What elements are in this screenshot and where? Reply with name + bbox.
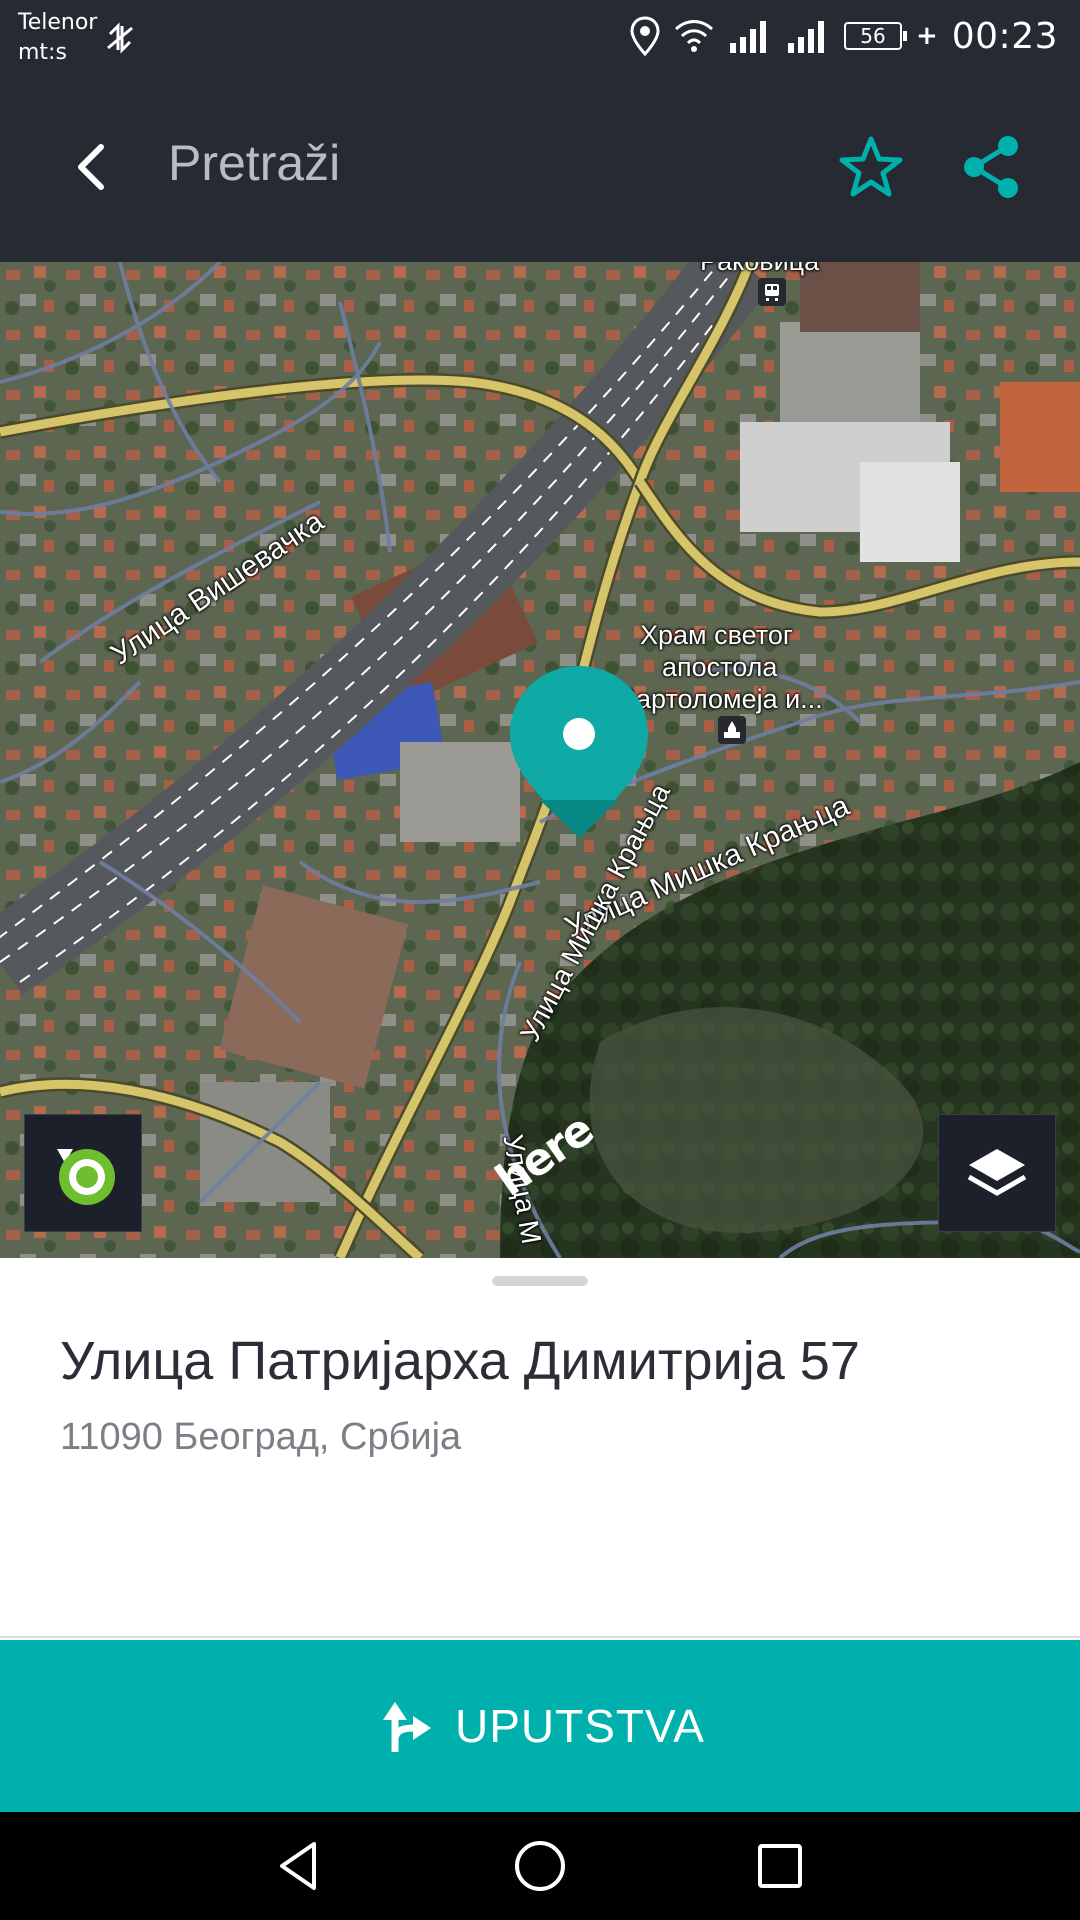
directions-icon [383,1702,432,1752]
map-label-church-line2: апостола [662,652,778,682]
search-title[interactable]: Pretraži [168,134,340,192]
clock: 00:23 [951,15,1058,57]
carrier-info: Telenor mt:s [18,8,97,68]
signal-icon-2 [787,21,824,53]
map-view[interactable]: Раковица Улица Вишевачка Храм светог апо… [0,262,1080,1258]
location-icon [630,16,660,56]
star-icon [839,136,903,197]
directions-button[interactable]: UPUTSTVA [0,1640,1080,1812]
directions-label: UPUTSTVA [455,1700,705,1752]
map-label-church-line1: Храм светог [640,620,793,650]
chevron-left-icon [78,144,104,190]
status-bar: Telenor mt:s 56 + 00:23 [0,0,1080,72]
church-icon [718,716,746,744]
battery-indicator: 56 [843,22,907,50]
charging-indicator: + [915,21,938,51]
screen: Telenor mt:s 56 + 00:23 Pretraži Улица В… [0,0,1080,1920]
place-city: 11090 Београд, Србија [60,1416,462,1458]
back-triangle-icon[interactable] [270,1836,330,1896]
home-circle-icon[interactable] [510,1836,570,1896]
carrier-name: Telenor [18,10,98,35]
app-bar: Pretraži [0,72,1080,262]
favorite-button[interactable] [838,134,904,200]
place-info-sheet[interactable]: Улица Патријарха Димитрија 57 11090 Беог… [0,1258,1080,1638]
location-pin-icon[interactable] [506,662,652,842]
back-button[interactable] [60,132,120,202]
layers-icon [967,1149,1027,1196]
status-icons: 56 + 00:23 [630,14,1058,58]
place-address: Улица Патријарха Димитрија 57 [60,1331,860,1391]
system-nav-bar [0,1812,1080,1920]
signal-icon-1 [729,21,766,53]
recents-square-icon[interactable] [750,1836,810,1896]
wifi-icon [674,20,713,52]
locate-me-button[interactable] [24,1114,142,1232]
carrier-secondary: mt:s [18,40,67,65]
divider [0,1636,1080,1638]
share-button[interactable] [960,134,1022,200]
map-label-rakovica: Раковица [700,262,819,277]
map-layers-button[interactable] [938,1114,1056,1232]
sheet-drag-handle[interactable] [492,1276,588,1286]
share-icon [964,136,1018,198]
train-station-icon [758,278,786,306]
no-data-icon [107,22,133,54]
locate-icon [57,1149,115,1205]
